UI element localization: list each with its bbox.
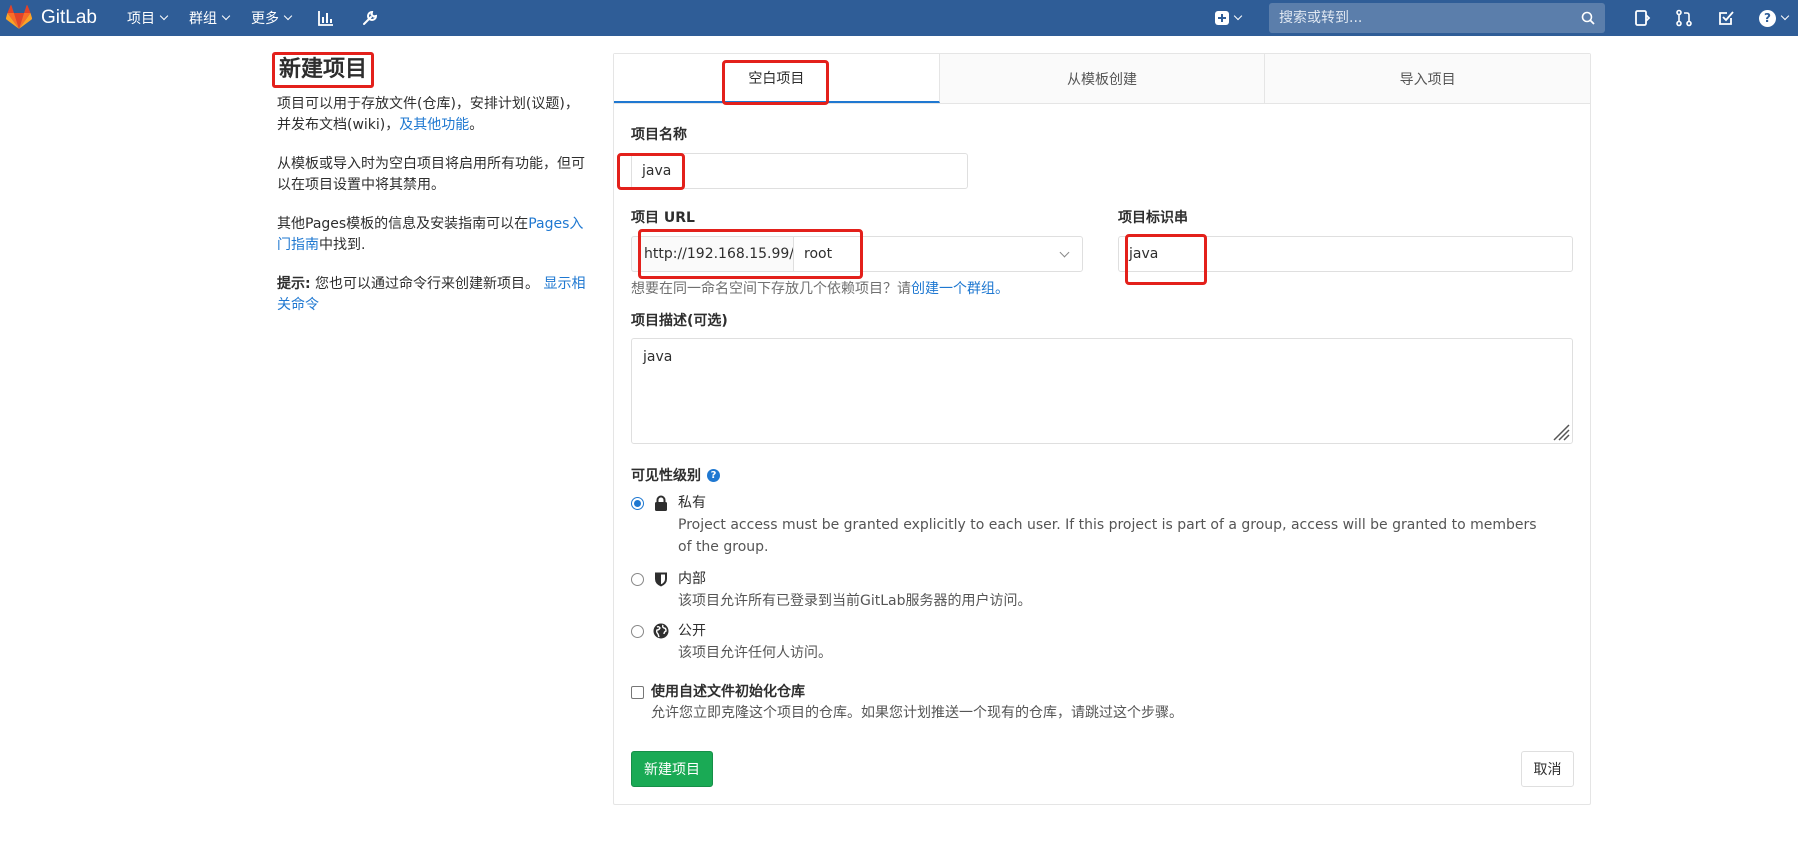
shield-icon [655,572,667,587]
chevron-down-icon [283,11,293,21]
info-text-end: 。 [469,117,484,133]
visibility-heading: 可见性级别 ? [631,465,720,485]
project-info-sidebar: 新建项目 项目可以用于存放文件(仓库)，安排计划(议题)，并发布文档(wiki)… [272,52,587,334]
tip-text: 您也可以通过命令行来创建新项目。 [310,276,544,292]
readme-description: 允许您立即克隆这个项目的仓库。如果您计划推送一个现有的仓库，请跳过这个步骤。 [651,705,1183,721]
visibility-description: 该项目允许任何人访问。 [678,645,832,661]
chevron-down-icon [1233,11,1243,21]
chevron-down-icon [221,11,231,21]
readme-body: 使用自述文件初始化仓库 允许您立即克隆这个项目的仓库。如果您计划推送一个现有的仓… [651,682,1183,724]
search-box [1269,3,1605,33]
tab-label: 从模板创建 [1067,71,1137,88]
tanuki-icon [6,5,32,29]
page-title: 新建项目 [272,52,375,88]
brand-name: GitLab [41,7,97,28]
info-text-end: 中找到. [319,237,366,253]
globe-icon [653,623,669,639]
chevron-down-icon [1059,247,1070,258]
merge-request-icon[interactable] [1675,9,1693,27]
chevron-down-icon [1780,11,1790,21]
gitlab-logo[interactable]: GitLab [6,5,97,31]
project-name-label: 项目名称 [631,127,687,143]
resize-handle-icon[interactable] [1550,421,1570,441]
tab-create-from-template[interactable]: 从模板创建 [940,54,1266,103]
help-dropdown-button[interactable]: ? [1759,9,1790,27]
tab-label: 导入项目 [1399,71,1456,88]
help-icon: ? [1759,9,1776,27]
nav-menu-label: 项目 [126,11,155,27]
project-tabs: 空白项目 从模板创建 导入项目 [614,54,1590,104]
visibility-name: 内部 [678,571,706,587]
info-text: 从模板或导入时为空白项目将启用所有功能，但可以在项目设置中将其禁用。 [277,156,585,193]
visibility-description: 该项目允许所有已登录到当前GitLab服务器的用户访问。 [678,593,1032,609]
project-description-textarea[interactable]: java [631,338,1573,444]
visibility-option-private[interactable]: 私有 Project access must be granted explic… [631,492,1538,558]
chevron-down-icon [159,11,169,21]
visibility-label: 可见性级别 [631,468,701,484]
visibility-body: 公开 该项目允许任何人访问。 [678,620,1538,664]
namespace-value: root [804,246,833,262]
project-url-label: 项目 URL [631,210,695,226]
radio-internal[interactable] [631,573,644,586]
namespace-select[interactable]: root [793,236,1083,272]
tip-label: 提示: [277,276,311,292]
top-navbar: GitLab 项目 群组 更多 ? [0,0,1798,36]
new-project-panel: 空白项目 从模板创建 导入项目 项目名称 java 项目 URL http://… [613,53,1591,805]
other-features-link[interactable]: 及其他功能 [399,117,469,133]
info-paragraph-tip: 提示: 您也可以通过命令行来创建新项目。 显示相关命令 [277,274,587,316]
visibility-option-public[interactable]: 公开 该项目允许任何人访问。 [631,620,1538,664]
create-project-button[interactable]: 新建项目 [631,751,713,787]
description-value: java [643,349,673,365]
create-group-link[interactable]: 创建一个群组。 [911,281,1009,297]
project-slug-label: 项目标识串 [1118,210,1188,226]
plus-square-icon [1215,11,1229,25]
group-help-text: 想要在同一命名空间下存放几个依赖项目？请创建一个群组。 [631,278,1009,298]
initialize-readme-option[interactable]: 使用自述文件初始化仓库 允许您立即克隆这个项目的仓库。如果您计划推送一个现有的仓… [631,682,1183,724]
visibility-name: 公开 [678,623,706,639]
readme-label: 使用自述文件初始化仓库 [651,684,805,700]
project-slug-input[interactable]: java [1118,236,1573,272]
nav-menu-projects[interactable]: 项目 [126,8,169,28]
navbar-right: ? [1215,0,1798,36]
info-paragraph-templates: 从模板或导入时为空白项目将启用所有功能，但可以在项目设置中将其禁用。 [277,154,587,196]
lock-icon [655,495,667,511]
radio-public[interactable] [631,625,644,638]
visibility-body: 内部 该项目允许所有已登录到当前GitLab服务器的用户访问。 [678,568,1538,612]
url-prefix: http://192.168.15.99/ [631,236,794,272]
activity-chart-icon[interactable] [317,9,335,27]
visibility-option-internal[interactable]: 内部 该项目允许所有已登录到当前GitLab服务器的用户访问。 [631,568,1538,612]
visibility-name: 私有 [678,495,706,511]
search-input[interactable] [1279,10,1569,26]
todo-icon[interactable] [1717,9,1735,27]
wrench-icon[interactable] [361,9,379,27]
nav-menu-label: 更多 [250,11,279,27]
help-text: 想要在同一命名空间下存放几个依赖项目？请 [631,281,911,297]
tab-blank-project[interactable]: 空白项目 [614,54,940,103]
project-name-input[interactable]: java [631,153,968,189]
nav-menu-groups[interactable]: 群组 [188,8,231,28]
cancel-button[interactable]: 取消 [1521,751,1574,787]
visibility-body: 私有 Project access must be granted explic… [678,492,1538,558]
readme-checkbox[interactable] [631,686,644,699]
search-icon[interactable] [1581,11,1595,25]
info-paragraph-features: 项目可以用于存放文件(仓库)，安排计划(议题)，并发布文档(wiki)，及其他功… [277,94,587,136]
radio-private[interactable] [631,497,644,510]
new-dropdown-button[interactable] [1215,11,1243,25]
visibility-description: Project access must be granted explicitl… [678,517,1537,555]
info-text: 其他Pages模板的信息及安装指南可以在 [277,216,529,232]
project-description-label: 项目描述(可选) [631,313,728,329]
issues-icon[interactable] [1633,9,1651,27]
nav-menu-label: 群组 [188,11,217,27]
question-icon[interactable]: ? [707,468,720,482]
info-paragraph-pages: 其他Pages模板的信息及安装指南可以在Pages入门指南中找到. [277,214,587,256]
tab-import-project[interactable]: 导入项目 [1265,54,1590,103]
tab-label: 空白项目 [748,70,805,87]
nav-menu-more[interactable]: 更多 [250,8,293,28]
